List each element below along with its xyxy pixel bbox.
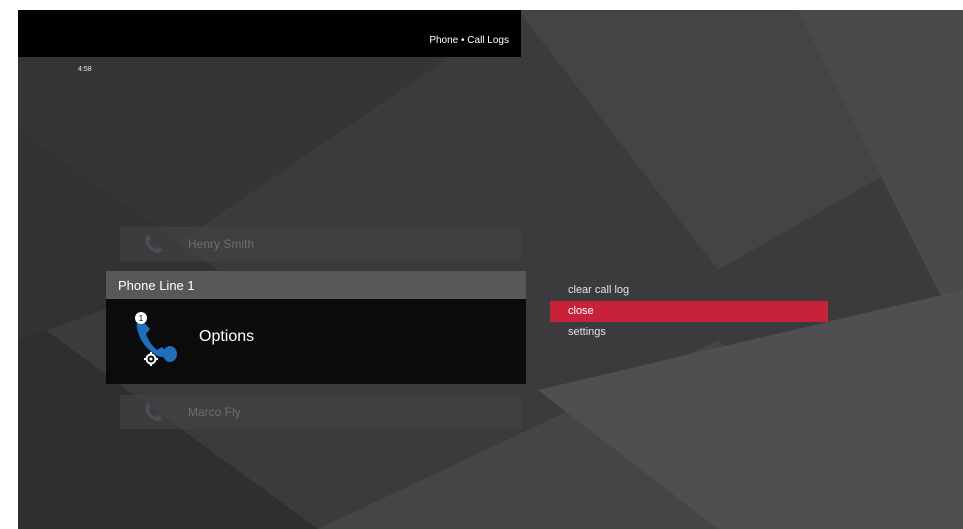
- call-log-entry[interactable]: Marco Fly: [120, 395, 521, 429]
- selected-call-log-item[interactable]: Phone Line 1 1 Options: [106, 271, 526, 384]
- phone-line-label: Phone Line 1: [118, 278, 195, 293]
- call-log-entry[interactable]: Henry Smith: [120, 227, 521, 261]
- menu-item-settings[interactable]: settings: [550, 322, 828, 343]
- svg-text:1: 1: [139, 314, 144, 323]
- background-geometric-art: [18, 10, 963, 529]
- header-bar: Phone • Call Logs: [18, 10, 521, 57]
- contact-name: Marco Fly: [188, 405, 241, 419]
- options-menu: clear call log close settings: [550, 280, 828, 343]
- tv-screen: Phone • Call Logs 4:58 Henry Smith Phone…: [18, 10, 963, 529]
- page-title: Phone • Call Logs: [429, 35, 509, 46]
- phone-handset-icon: [145, 403, 162, 422]
- line-header: Phone Line 1: [106, 271, 526, 299]
- menu-item-close[interactable]: close: [550, 301, 828, 322]
- menu-item-clear-call-log[interactable]: clear call log: [550, 280, 828, 301]
- phone-handset-icon: [145, 235, 162, 254]
- options-title: Options: [199, 328, 255, 345]
- clock: 4:58: [78, 66, 92, 73]
- phone-settings-icon: 1: [135, 312, 177, 366]
- contact-name: Henry Smith: [188, 237, 255, 251]
